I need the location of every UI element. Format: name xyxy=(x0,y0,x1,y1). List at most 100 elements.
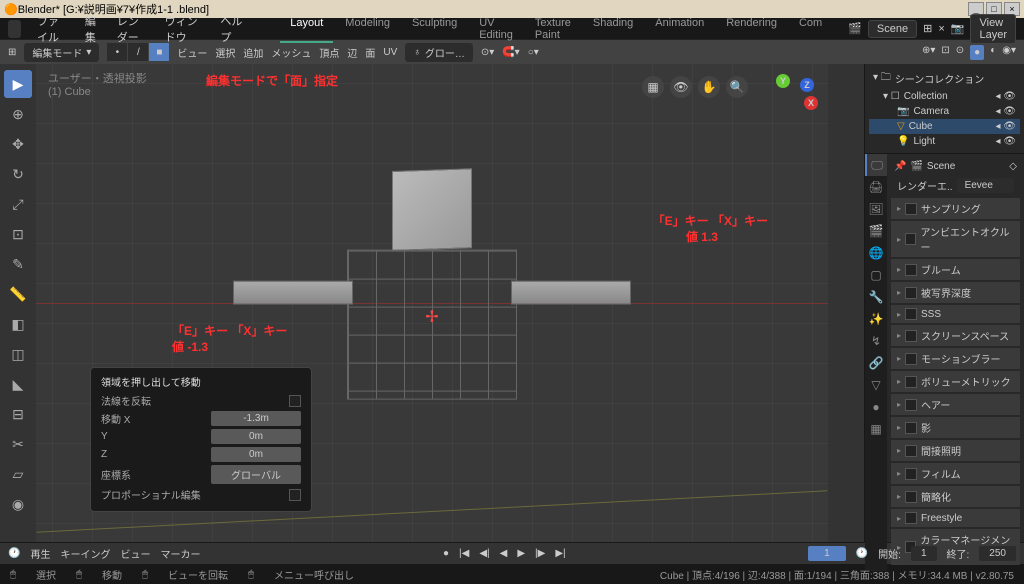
tab-modeling[interactable]: Modeling xyxy=(335,15,400,43)
axis-y-icon[interactable]: Y xyxy=(776,74,790,88)
pivot-dropdown[interactable]: ⊙▾ xyxy=(481,47,494,58)
render-engine-dropdown[interactable]: Eevee xyxy=(957,178,1014,193)
knife-tool[interactable]: ✂ xyxy=(4,430,32,458)
play-reverse-button[interactable]: ◀ xyxy=(496,548,512,559)
polybuild-tool[interactable]: ▱ xyxy=(4,460,32,488)
panel-checkbox[interactable] xyxy=(905,203,917,215)
panel-被写界深度[interactable]: 被写界深度 xyxy=(891,282,1020,303)
prop-edit-checkbox[interactable] xyxy=(289,489,301,501)
timeline-view[interactable]: ビュー xyxy=(120,546,150,561)
tab-sculpting[interactable]: Sculpting xyxy=(402,15,467,43)
editor-type-icon[interactable]: ⊞ xyxy=(8,47,16,58)
panel-checkbox[interactable] xyxy=(905,422,917,434)
jump-start-button[interactable]: |◀ xyxy=(455,548,473,559)
header-vertex[interactable]: 頂点 xyxy=(319,45,339,60)
rotate-tool[interactable]: ↻ xyxy=(4,160,32,188)
menu-edit[interactable]: 編集 xyxy=(85,13,101,45)
blender-icon[interactable] xyxy=(8,20,21,38)
inset-tool[interactable]: ◫ xyxy=(4,340,32,368)
header-add[interactable]: 追加 xyxy=(243,45,263,60)
annotate-tool[interactable]: ✎ xyxy=(4,250,32,278)
header-select[interactable]: 選択 xyxy=(215,45,235,60)
panel-サンプリング[interactable]: サンプリング xyxy=(891,198,1020,219)
operator-panel[interactable]: 領域を押し出して移動 法線を反転 移動 X-1.3m Y0m Z0m 座標系グロ… xyxy=(90,367,312,512)
xray-toggle[interactable]: ⊡ xyxy=(941,45,949,60)
shading-wireframe[interactable]: ⊙ xyxy=(956,45,964,60)
move-x-field[interactable]: -1.3m xyxy=(211,411,301,426)
end-frame-field[interactable]: 250 xyxy=(979,546,1016,561)
extrude-tool[interactable]: ◧ xyxy=(4,310,32,338)
3d-viewport[interactable]: ユーザー・透視投影 (1) Cube 編集モードで「面」指定 「E」キー 「X」… xyxy=(36,64,828,542)
menu-window[interactable]: ウィンドウ xyxy=(165,13,205,45)
header-view[interactable]: ビュー xyxy=(177,45,207,60)
orient-dropdown[interactable]: グローバル xyxy=(211,465,301,484)
tab-uv[interactable]: UV Editing xyxy=(469,15,523,43)
flip-normals-checkbox[interactable] xyxy=(289,395,301,407)
move-z-field[interactable]: 0m xyxy=(211,447,301,462)
panel-checkbox[interactable] xyxy=(905,399,917,411)
start-frame-field[interactable]: 1 xyxy=(911,546,937,561)
panel-checkbox[interactable] xyxy=(905,287,917,299)
view-perspective-icon[interactable]: 👁 xyxy=(670,76,692,98)
timeline-marker[interactable]: マーカー xyxy=(160,546,200,561)
panel-ボリューメトリック[interactable]: ボリューメトリック xyxy=(891,371,1020,392)
panel-フィルム[interactable]: フィルム xyxy=(891,463,1020,484)
edge-select-mode[interactable]: / xyxy=(128,43,148,61)
panel-影[interactable]: 影 xyxy=(891,417,1020,438)
proportional-toggle[interactable]: ○▾ xyxy=(528,47,539,58)
panel-checkbox[interactable] xyxy=(905,491,917,503)
panel-checkbox[interactable] xyxy=(905,376,917,388)
panel-checkbox[interactable] xyxy=(905,308,917,320)
cursor-tool[interactable]: ⊕ xyxy=(4,100,32,128)
timeline-keying[interactable]: キーイング xyxy=(60,546,110,561)
tab-viewlayer-icon[interactable]: 🖼 xyxy=(865,198,887,220)
panel-モーションブラー[interactable]: モーションブラー xyxy=(891,348,1020,369)
timeline-playback[interactable]: 再生 xyxy=(30,546,50,561)
tab-output-icon[interactable]: 🖨 xyxy=(865,176,887,198)
vertex-select-mode[interactable]: • xyxy=(107,43,127,61)
snap-toggle[interactable]: 🧲▾ xyxy=(502,47,519,58)
tab-rendering[interactable]: Rendering xyxy=(716,15,787,43)
shading-lookdev[interactable]: ◐ xyxy=(990,45,996,60)
header-face[interactable]: 面 xyxy=(365,45,375,60)
panel-間接照明[interactable]: 間接照明 xyxy=(891,440,1020,461)
jump-end-button[interactable]: ▶| xyxy=(551,548,569,559)
menu-file[interactable]: ファイル xyxy=(37,13,69,45)
tab-particles-icon[interactable]: ✨ xyxy=(865,308,887,330)
viewlayer-field[interactable]: View Layer xyxy=(970,14,1016,44)
shading-rendered[interactable]: ◉▾ xyxy=(1002,45,1016,60)
panel-スクリーンスペース[interactable]: スクリーンスペース xyxy=(891,325,1020,346)
tab-world-icon[interactable]: 🌐 xyxy=(865,242,887,264)
menu-help[interactable]: ヘルプ xyxy=(220,13,244,45)
navigation-gizmo[interactable]: X Y Z xyxy=(758,74,818,134)
next-key-button[interactable]: |▶ xyxy=(531,548,549,559)
panel-checkbox[interactable] xyxy=(905,445,917,457)
prev-key-button[interactable]: ◀| xyxy=(475,548,493,559)
panel-checkbox[interactable] xyxy=(905,353,917,365)
panel-簡略化[interactable]: 簡略化 xyxy=(891,486,1020,507)
move-tool[interactable]: ✥ xyxy=(4,130,32,158)
delete-scene-button[interactable]: × xyxy=(938,23,944,35)
panel-checkbox[interactable] xyxy=(905,330,917,342)
scene-field[interactable]: Scene xyxy=(868,20,917,38)
sync-icon[interactable]: 🕐 xyxy=(856,548,868,559)
select-tool[interactable]: ▶ xyxy=(4,70,32,98)
tab-animation[interactable]: Animation xyxy=(645,15,714,43)
play-button[interactable]: ▶ xyxy=(513,548,529,559)
timeline-editor-icon[interactable]: 🕐 xyxy=(8,548,20,559)
tab-modifier-icon[interactable]: 🔧 xyxy=(865,286,887,308)
orientation-dropdown[interactable]: ♁ グロー… xyxy=(405,43,473,62)
loopcut-tool[interactable]: ⊟ xyxy=(4,400,32,428)
header-edge[interactable]: 辺 xyxy=(347,45,357,60)
menu-render[interactable]: レンダー xyxy=(117,13,149,45)
pin-icon[interactable]: 📌 xyxy=(894,161,906,172)
tab-physics-icon[interactable]: ↯ xyxy=(865,330,887,352)
view-zoom-icon[interactable]: 🔍 xyxy=(726,76,748,98)
face-select-mode[interactable]: ■ xyxy=(149,43,169,61)
tab-scene-icon[interactable]: 🎬 xyxy=(865,220,887,242)
auto-key-toggle[interactable]: ● xyxy=(439,548,453,559)
new-scene-button[interactable]: ⊞ xyxy=(923,22,932,35)
overlay-toggle[interactable]: ⊕▾ xyxy=(922,45,935,60)
panel-アンビエントオクルー[interactable]: アンビエントオクルー xyxy=(891,221,1020,257)
transform-tool[interactable]: ⊡ xyxy=(4,220,32,248)
